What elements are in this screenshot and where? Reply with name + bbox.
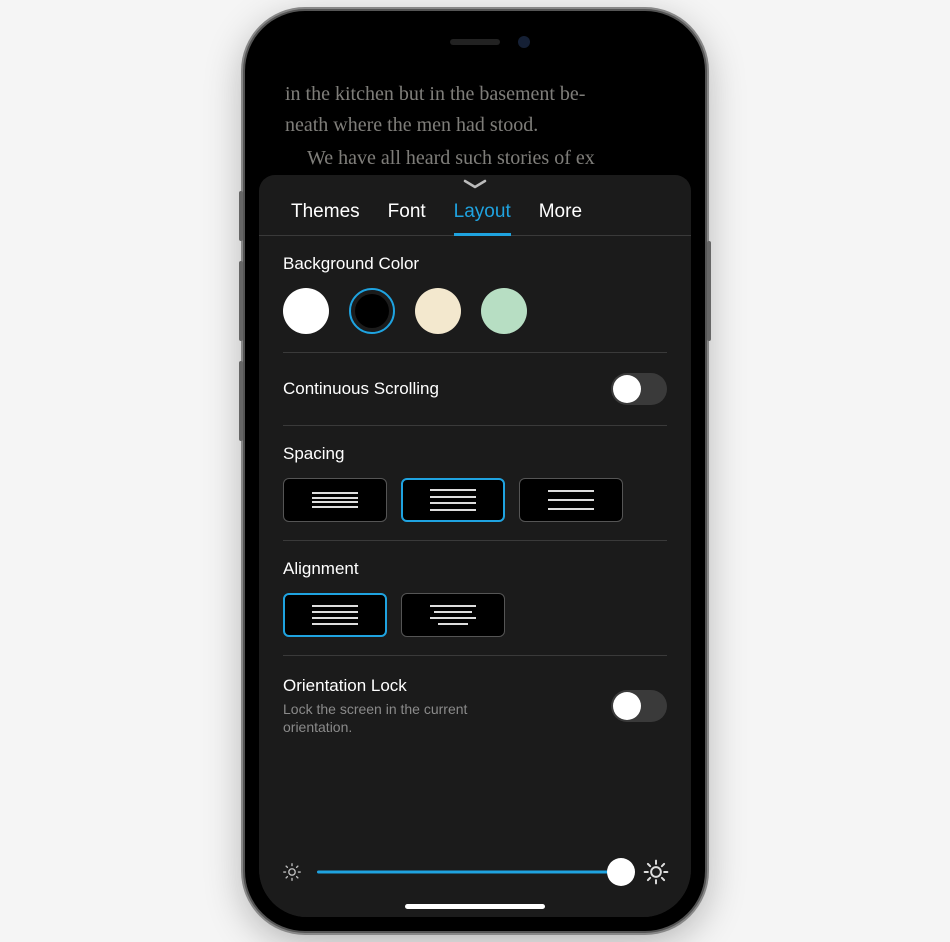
book-line: in the kitchen but in the basement be- <box>285 79 665 110</box>
toggle-knob <box>613 375 641 403</box>
spacing-option-tight[interactable] <box>283 478 387 522</box>
spacing-option-wide[interactable] <box>519 478 623 522</box>
alignment-section: Alignment <box>283 541 667 656</box>
brightness-high-icon <box>643 859 669 885</box>
screen: in the kitchen but in the basement be- n… <box>259 25 691 917</box>
continuous-scrolling-row: Continuous Scrolling <box>283 353 667 426</box>
slider-track <box>317 871 629 874</box>
brightness-low-icon <box>281 861 303 883</box>
slider-thumb[interactable] <box>607 858 635 886</box>
orientation-lock-description: Lock the screen in the current orientati… <box>283 700 523 736</box>
alignment-option-left[interactable] <box>401 593 505 637</box>
section-title: Background Color <box>283 254 667 274</box>
section-title: Alignment <box>283 559 667 579</box>
align-justify-icon <box>312 603 358 627</box>
orientation-lock-label: Orientation Lock <box>283 676 611 696</box>
continuous-scrolling-label: Continuous Scrolling <box>283 379 611 399</box>
spacing-section: Spacing <box>283 426 667 541</box>
collapse-handle[interactable] <box>259 175 691 195</box>
tab-more[interactable]: More <box>539 201 582 235</box>
notch <box>370 25 580 59</box>
book-line: neath where the men had stood. <box>285 110 665 141</box>
spacing-tight-icon <box>312 491 358 509</box>
tab-bar: Themes Font Layout More <box>259 195 691 236</box>
orientation-lock-toggle[interactable] <box>611 690 667 722</box>
spacing-medium-icon <box>430 487 476 513</box>
color-swatch-sepia[interactable] <box>415 288 461 334</box>
sheet-content[interactable]: Background Color Continuous Scrolling <box>259 236 691 917</box>
chevron-down-icon <box>461 177 489 191</box>
background-color-section: Background Color <box>283 236 667 353</box>
brightness-slider[interactable] <box>317 857 629 887</box>
phone-frame: in the kitchen but in the basement be- n… <box>245 11 705 931</box>
orientation-lock-row: Orientation Lock Lock the screen in the … <box>283 656 667 756</box>
alignment-option-justify[interactable] <box>283 593 387 637</box>
color-swatch-black[interactable] <box>349 288 395 334</box>
section-title: Spacing <box>283 444 667 464</box>
continuous-scrolling-toggle[interactable] <box>611 373 667 405</box>
color-swatch-mint[interactable] <box>481 288 527 334</box>
background-color-swatches <box>283 288 667 334</box>
settings-sheet: Themes Font Layout More Background Color <box>259 175 691 917</box>
tab-font[interactable]: Font <box>388 201 426 235</box>
home-indicator[interactable] <box>405 904 545 909</box>
toggle-knob <box>613 692 641 720</box>
spacing-option-medium[interactable] <box>401 478 505 522</box>
tab-themes[interactable]: Themes <box>291 201 360 235</box>
tab-layout[interactable]: Layout <box>454 201 511 236</box>
align-left-icon <box>430 603 476 627</box>
book-line: We have all heard such stories of ex <box>285 143 665 174</box>
color-swatch-white[interactable] <box>283 288 329 334</box>
spacing-wide-icon <box>548 487 594 513</box>
